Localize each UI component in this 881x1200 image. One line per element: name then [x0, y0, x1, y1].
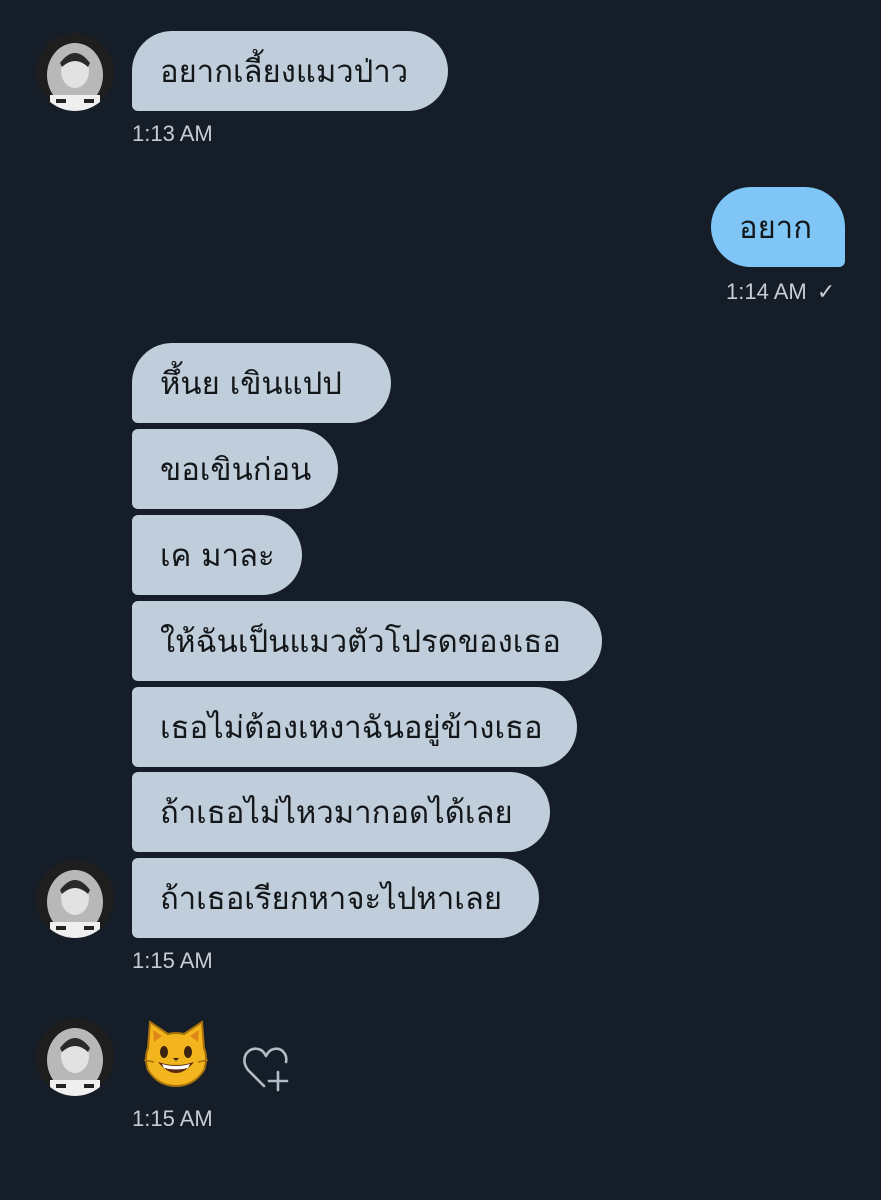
sent-check-icon: ✓	[816, 279, 836, 304]
message-bubble-incoming[interactable]: อยากเลี้ยงแมวป่าว	[132, 31, 448, 111]
message-bubble-incoming[interactable]: เธอไม่ต้องเหงาฉันอยู่ข้างเธอ	[132, 687, 577, 767]
message-bubble-incoming[interactable]: หึ้นย เขินแปป	[132, 343, 391, 423]
message-bubble-incoming[interactable]: เค มาละ	[132, 515, 302, 595]
message-bubble-incoming[interactable]: ขอเขินก่อน	[132, 429, 338, 509]
message-text: หึ้นย เขินแปป	[160, 366, 342, 402]
message-text: ให้ฉันเป็นแมวตัวโปรดของเธอ	[160, 624, 561, 660]
avatar[interactable]	[36, 33, 114, 111]
message-text: ขอเขินก่อน	[160, 452, 312, 488]
message-timestamp: 1:14 AM	[726, 279, 807, 304]
message-text: ถ้าเธอไม่ไหวมากอดได้เลย	[160, 795, 513, 831]
message-text: เธอไม่ต้องเหงาฉันอยู่ข้างเธอ	[160, 710, 543, 746]
message-timestamp: 1:15 AM	[132, 1106, 213, 1131]
message-bubble-outgoing[interactable]: อยาก	[711, 187, 845, 267]
grinning-cat-emoji[interactable]	[140, 1018, 212, 1090]
message-text: เค มาละ	[160, 538, 275, 574]
message-text: ถ้าเธอเรียกหาจะไปหาเลย	[160, 881, 503, 917]
message-timestamp: 1:13 AM	[132, 121, 213, 146]
message-bubble-incoming[interactable]: ถ้าเธอไม่ไหวมากอดได้เลย	[132, 772, 550, 852]
message-timestamp-row: 1:14 AM ✓	[726, 279, 835, 305]
message-timestamp: 1:15 AM	[132, 948, 213, 973]
add-reaction-heart-icon[interactable]	[240, 1044, 294, 1092]
message-text: อยาก	[739, 210, 812, 246]
message-bubble-incoming[interactable]: ถ้าเธอเรียกหาจะไปหาเลย	[132, 858, 539, 938]
avatar[interactable]	[36, 1018, 114, 1096]
message-text: อยากเลี้ยงแมวป่าว	[160, 54, 409, 90]
message-bubble-incoming[interactable]: ให้ฉันเป็นแมวตัวโปรดของเธอ	[132, 601, 602, 681]
avatar[interactable]	[36, 860, 114, 938]
